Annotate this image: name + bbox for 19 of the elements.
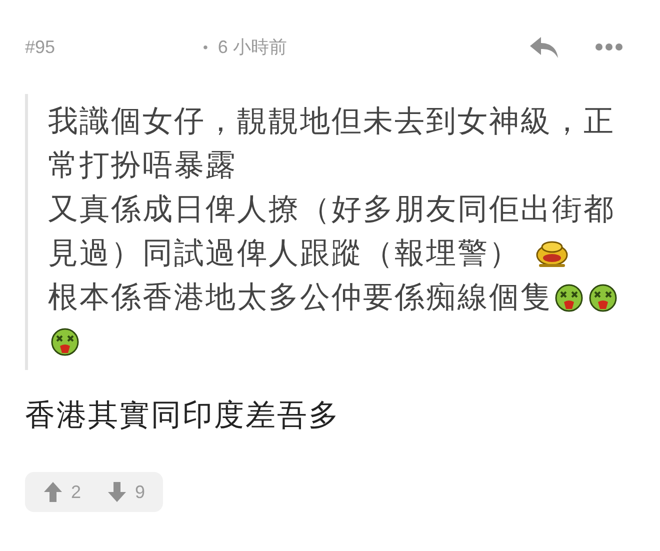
downvote-count: 9 xyxy=(135,482,146,502)
more-icon[interactable] xyxy=(595,43,623,51)
frog-face-icon xyxy=(534,240,568,268)
bullet: • xyxy=(203,39,208,55)
sick-face-icon xyxy=(555,284,583,312)
post-text: 香港其實同印度差吾多 xyxy=(25,398,341,434)
quote-text: 根本係香港地太多公仲要係痴線個隻 xyxy=(48,276,628,364)
reply-icon[interactable] xyxy=(529,35,559,59)
sick-face-icon xyxy=(51,328,79,356)
upvote-button[interactable]: 2 xyxy=(43,481,82,503)
post-number: #95 xyxy=(25,36,56,58)
quote-text: 我識個女仔，靚靚地但未去到女神級，正常打扮唔暴露 xyxy=(48,104,616,184)
downvote-button[interactable]: 9 xyxy=(107,481,146,503)
sick-face-icon xyxy=(589,284,617,312)
up-arrow-icon xyxy=(43,481,63,503)
upvote-count: 2 xyxy=(71,482,82,502)
down-arrow-icon xyxy=(107,481,128,503)
quote-text: 又真係成日俾人撩（好多朋友同佢出街都見過）同試過俾人跟蹤（報埋警） xyxy=(48,192,616,272)
post-time: 6 小時前 xyxy=(218,36,288,59)
